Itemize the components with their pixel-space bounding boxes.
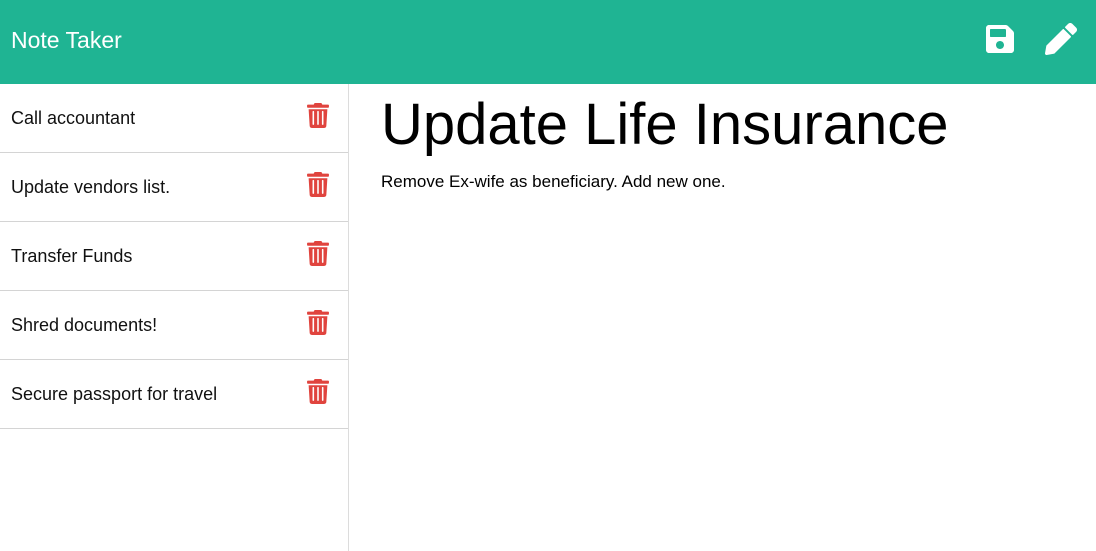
note-list-item-title: Secure passport for travel [11, 384, 218, 404]
note-list-item[interactable]: Call accountant [0, 84, 348, 153]
new-note-button[interactable] [1045, 23, 1077, 55]
delete-note-button[interactable] [307, 241, 329, 266]
note-list-item[interactable]: Update vendors list. [0, 153, 348, 222]
note-title-field[interactable]: Update Life Insurance [381, 90, 948, 160]
note-list-item-title: Shred documents! [11, 315, 158, 335]
delete-note-button[interactable] [307, 310, 329, 335]
navbar: Note Taker [0, 0, 1096, 84]
floppy-disk-icon [986, 25, 1014, 53]
note-editor: Update Life Insurance Remove Ex-wife as … [349, 84, 1096, 551]
delete-note-button[interactable] [307, 172, 329, 197]
note-list-item[interactable]: Secure passport for travel [0, 360, 348, 429]
notes-sidebar: Call accountant Update vendors list. Trans… [0, 84, 349, 551]
trash-icon [307, 103, 329, 128]
trash-icon [307, 241, 329, 266]
trash-icon [307, 172, 329, 197]
delete-note-button[interactable] [307, 379, 329, 404]
note-list-item-title: Call accountant [11, 108, 136, 128]
trash-icon [307, 379, 329, 404]
note-list-item[interactable]: Shred documents! [0, 291, 348, 360]
pencil-icon [1045, 23, 1077, 55]
note-list: Call accountant Update vendors list. Trans… [0, 84, 348, 429]
note-list-item-title: Transfer Funds [11, 246, 133, 266]
delete-note-button[interactable] [307, 103, 329, 128]
note-list-item-title: Update vendors list. [11, 177, 171, 197]
note-list-item[interactable]: Transfer Funds [0, 222, 348, 291]
trash-icon [307, 310, 329, 335]
app-title[interactable]: Note Taker [11, 26, 122, 54]
save-note-button[interactable] [984, 23, 1016, 55]
note-text-field[interactable]: Remove Ex-wife as beneficiary. Add new o… [381, 171, 726, 193]
